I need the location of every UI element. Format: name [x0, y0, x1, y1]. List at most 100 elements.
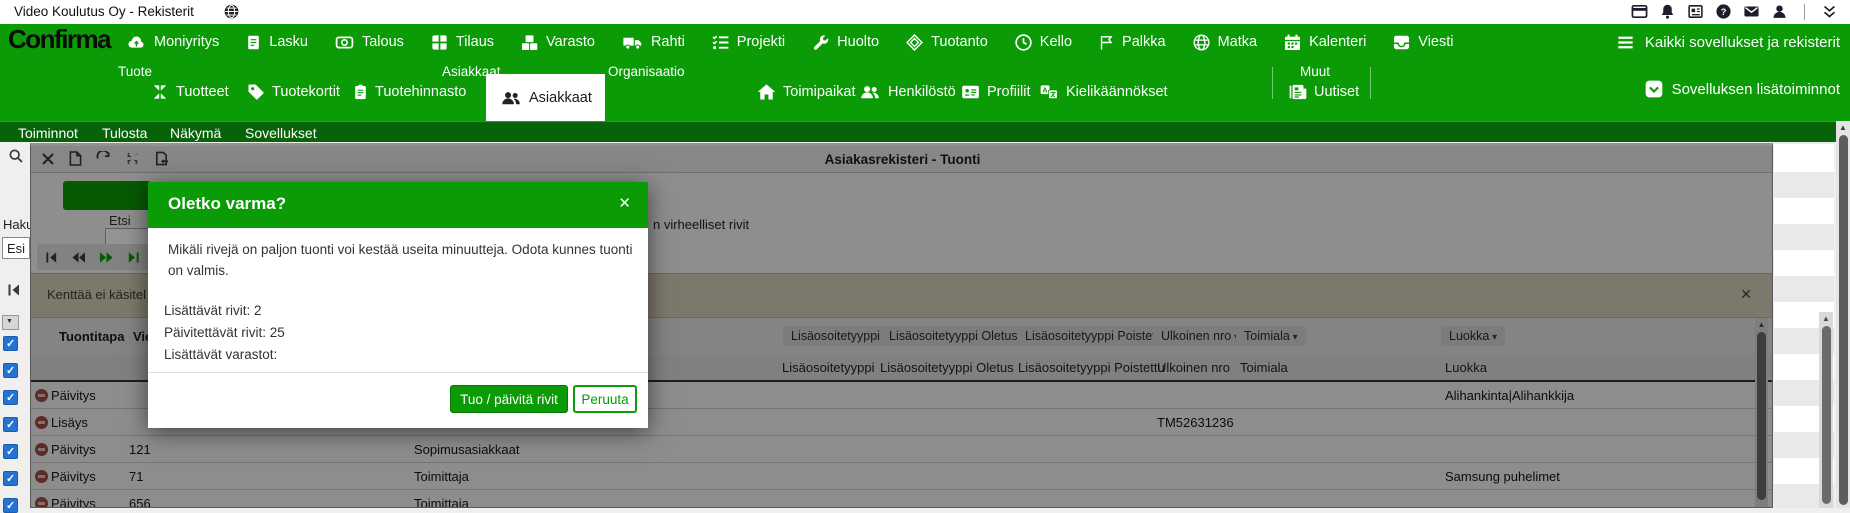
- house-icon: [756, 82, 777, 102]
- row-checkbox[interactable]: [3, 390, 18, 405]
- subnav-item-label: Profiilit: [987, 84, 1031, 100]
- app-extras-label: Sovelluksen lisätoiminnot: [1672, 81, 1840, 98]
- nav-item-kalenteri[interactable]: Kalenteri: [1283, 33, 1366, 52]
- nav-item-label: Tuotanto: [931, 34, 988, 50]
- subnav-item-kielikaannokset[interactable]: A Kielikäännökset: [1038, 79, 1168, 105]
- row-checkbox[interactable]: [3, 336, 18, 351]
- subnav-item-label: Asiakkaat: [529, 90, 592, 106]
- nav-item-matka[interactable]: Matka: [1192, 33, 1258, 52]
- scroll-up-icon[interactable]: ▲: [1839, 123, 1847, 132]
- dialog-divider: [148, 372, 648, 373]
- invoice-icon: [245, 33, 262, 52]
- cancel-button[interactable]: Peruuta: [573, 385, 637, 413]
- stat-line: Päivitettävät rivit: 25: [164, 322, 285, 344]
- main-nav: Confirma Moniyritys Lasku Talous Tilaus …: [0, 24, 1850, 60]
- stat-line: Lisättävät rivit: 2: [164, 300, 285, 322]
- user-icon[interactable]: [1771, 3, 1788, 20]
- chevrons-down-icon[interactable]: [1821, 3, 1838, 20]
- flag-icon: [1098, 33, 1115, 52]
- close-icon[interactable]: [618, 194, 631, 212]
- browser-window-icon[interactable]: [1631, 3, 1648, 20]
- subnav-item-toimipaikat[interactable]: Toimipaikat: [756, 79, 856, 105]
- nav-item-label: Tilaus: [456, 34, 494, 50]
- background-scrollbar[interactable]: ▲: [1819, 312, 1833, 508]
- news-icon[interactable]: [1687, 3, 1704, 20]
- subnav-item-label: Tuotehinnasto: [375, 84, 466, 100]
- subnav-item-label: Henkilöstö: [888, 84, 956, 100]
- row-checkbox[interactable]: [3, 471, 18, 486]
- scrollbar-thumb[interactable]: [1822, 326, 1831, 504]
- nav-item-huolto[interactable]: Huolto: [811, 33, 879, 52]
- group-label-tuote: Tuote: [118, 64, 152, 79]
- dialog-stats: Lisättävät rivit: 2 Päivitettävät rivit:…: [164, 300, 285, 366]
- row-checkbox[interactable]: [3, 498, 18, 513]
- nav-item-palkka[interactable]: Palkka: [1098, 33, 1166, 52]
- nav-item-label: Matka: [1218, 34, 1258, 50]
- subnav-item-tuotehinnasto[interactable]: Tuotehinnasto: [352, 79, 466, 105]
- nav-item-tilaus[interactable]: Tilaus: [430, 33, 494, 52]
- nav-item-varasto[interactable]: Varasto: [520, 33, 595, 52]
- row-checkbox[interactable]: [3, 363, 18, 378]
- select-all-dropdown[interactable]: [2, 315, 19, 330]
- all-apps-button[interactable]: Kaikki sovellukset ja rekisterit: [1615, 24, 1840, 60]
- calendar-icon: [1283, 33, 1302, 52]
- window-titlebar: Video Koulutus Oy - Rekisterit ?: [0, 0, 1850, 24]
- brand-logo[interactable]: Confirma: [8, 24, 110, 55]
- nav-item-label: Kalenteri: [1309, 34, 1366, 50]
- nav-item-projekti[interactable]: Projekti: [711, 33, 785, 52]
- nav-item-rahti[interactable]: Rahti: [621, 33, 685, 52]
- row-checkbox[interactable]: [3, 444, 18, 459]
- tag-icon: [246, 82, 266, 102]
- menu-bar: Toiminnot Tulosta Näkymä Sovellukset: [0, 121, 1836, 142]
- svg-text:A: A: [1042, 86, 1047, 94]
- scroll-up-icon[interactable]: ▲: [1822, 314, 1830, 323]
- esi-input[interactable]: Esi: [2, 237, 30, 259]
- menu-toiminnot[interactable]: Toiminnot: [18, 125, 78, 141]
- nav-item-label: Projekti: [737, 34, 785, 50]
- nav-item-moniyritys[interactable]: Moniyritys: [126, 33, 219, 52]
- dialog-title: Oletko varma?: [168, 194, 286, 214]
- translate-icon: A: [1038, 82, 1060, 102]
- subnav-item-henkilosto[interactable]: Henkilöstö: [858, 79, 956, 105]
- nav-item-talous[interactable]: Talous: [334, 33, 404, 52]
- svg-text:?: ?: [1721, 7, 1727, 17]
- globe-icon: [1192, 33, 1211, 52]
- import-rows-button[interactable]: Tuo / päivitä rivit: [450, 385, 568, 413]
- nav-item-label: Palkka: [1122, 34, 1166, 50]
- subnav-item-uutiset[interactable]: Uutiset: [1288, 79, 1359, 105]
- group-label-organisaatio: Organisaatio: [608, 64, 685, 79]
- subnav-item-tuotekortit[interactable]: Tuotekortit: [246, 79, 340, 105]
- outer-scrollbar[interactable]: ▲: [1836, 121, 1850, 508]
- first-page-icon[interactable]: [7, 283, 21, 297]
- stat-line: Lisättävät varastot:: [164, 344, 285, 366]
- menu-tulosta[interactable]: Tulosta: [102, 125, 147, 141]
- menu-nakyma[interactable]: Näkymä: [170, 125, 221, 141]
- nav-item-label: Lasku: [269, 34, 308, 50]
- window-title: Video Koulutus Oy - Rekisterit: [14, 4, 194, 19]
- menu-sovellukset[interactable]: Sovellukset: [245, 125, 317, 141]
- nav-item-tuotanto[interactable]: Tuotanto: [905, 33, 988, 52]
- nav-item-label: Talous: [362, 34, 404, 50]
- nav-item-viesti[interactable]: Viesti: [1392, 33, 1453, 52]
- subnav-separator: [1272, 67, 1273, 99]
- subnav-item-profiilit[interactable]: Profiilit: [960, 79, 1031, 105]
- row-checkbox[interactable]: [3, 417, 18, 432]
- clipboard-icon: [352, 82, 369, 102]
- nav-item-label: Rahti: [651, 34, 685, 50]
- subnav-item-tuotteet[interactable]: Tuotteet: [150, 79, 229, 105]
- subnav-item-label: Tuotekortit: [272, 84, 340, 100]
- bell-icon[interactable]: [1659, 3, 1676, 20]
- scrollbar-thumb[interactable]: [1839, 135, 1848, 505]
- subnav-item-label: Kielikäännökset: [1066, 84, 1168, 100]
- app-extras-button[interactable]: Sovelluksen lisätoiminnot: [1644, 79, 1840, 99]
- subnav-item-asiakkaat[interactable]: Asiakkaat: [486, 74, 605, 121]
- nav-item-lasku[interactable]: Lasku: [245, 33, 308, 52]
- subnav-item-label: Toimipaikat: [783, 84, 856, 100]
- confirm-dialog: Oletko varma? Mikäli rivejä on paljon tu…: [148, 182, 648, 428]
- nav-item-kello[interactable]: Kello: [1014, 33, 1072, 52]
- nav-item-label: Viesti: [1418, 34, 1453, 50]
- mail-icon[interactable]: [1743, 3, 1760, 20]
- diamond-icon: [905, 33, 924, 52]
- search-icon[interactable]: [8, 148, 24, 164]
- help-icon[interactable]: ?: [1715, 3, 1732, 20]
